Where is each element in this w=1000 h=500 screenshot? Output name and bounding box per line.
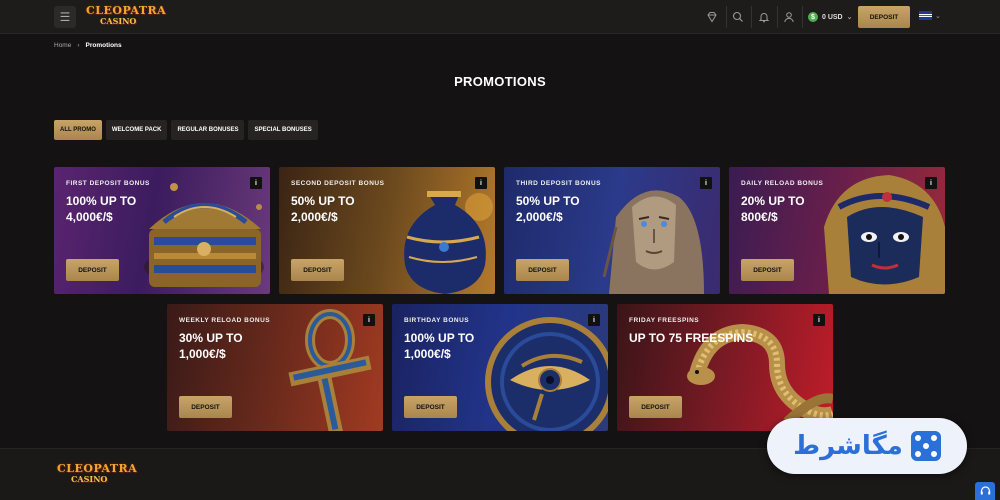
promo-amount: 50% UP TO 2,000€/$ — [291, 194, 355, 224]
promo-label: DAILY RELOAD BONUS — [741, 180, 824, 187]
deposit-button[interactable]: DEPOSIT — [858, 6, 910, 28]
bell-icon[interactable] — [753, 6, 775, 28]
promo-label: WEEKLY RELOAD BONUS — [179, 317, 271, 324]
promo-label: SECOND DEPOSIT BONUS — [291, 180, 385, 187]
promo-amount: 100% UP TO 1,000€/$ — [404, 331, 475, 361]
tab-special-bonuses[interactable]: SPECIAL BONUSES — [248, 120, 318, 140]
promo-card-weekly-reload[interactable]: WEEKLY RELOAD BONUS 30% UP TO 1,000€/$ i… — [167, 304, 383, 431]
logo[interactable]: CLEOPATRA CASINO — [86, 5, 166, 29]
balance-amount: 0 USD — [822, 13, 843, 21]
logo-line2: CASINO — [71, 474, 108, 484]
uk-flag-icon — [919, 11, 932, 20]
dice-icon — [910, 431, 941, 461]
deposit-button[interactable]: DEPOSIT — [179, 396, 232, 418]
promo-amount: 100% UP TO 4,000€/$ — [66, 194, 137, 224]
deposit-button[interactable]: DEPOSIT — [404, 396, 457, 418]
promo-card-daily-reload[interactable]: DAILY RELOAD BONUS 20% UP TO 800€/$ i DE… — [729, 167, 945, 294]
language-selector[interactable]: ⌄ — [919, 11, 941, 20]
deposit-button[interactable]: DEPOSIT — [741, 259, 794, 281]
deposit-button[interactable]: DEPOSIT — [291, 259, 344, 281]
info-icon[interactable]: i — [700, 177, 712, 189]
breadcrumb-home[interactable]: Home — [54, 42, 71, 49]
divider — [751, 6, 752, 28]
promo-amount: UP TO 75 FREESPINS — [629, 331, 754, 345]
info-icon[interactable]: i — [813, 314, 825, 326]
chevron-down-icon: ⌄ — [846, 14, 853, 21]
tab-welcome-pack[interactable]: WELCOME PACK — [105, 120, 168, 140]
breadcrumb: Home › Promotions — [54, 42, 122, 49]
deposit-button[interactable]: DEPOSIT — [629, 396, 682, 418]
deposit-button[interactable]: DEPOSIT — [516, 259, 569, 281]
info-icon[interactable]: i — [925, 177, 937, 189]
watermark-text: مگاشرط — [793, 431, 903, 461]
page-title: PROMOTIONS — [454, 74, 546, 89]
top-bar: ☰ CLEOPATRA CASINO $ 0 USD ⌄ DEPOSIT ⌄ — [0, 0, 1000, 34]
info-icon[interactable]: i — [363, 314, 375, 326]
info-icon[interactable]: i — [588, 314, 600, 326]
info-icon[interactable]: i — [475, 177, 487, 189]
info-icon[interactable]: i — [250, 177, 262, 189]
promo-label: FIRST DEPOSIT BONUS — [66, 180, 150, 187]
dollar-icon: $ — [808, 12, 818, 22]
promo-card-friday-freespins[interactable]: FRIDAY FREESPINS UP TO 75 FREESPINS i DE… — [617, 304, 833, 431]
chevron-down-icon: ⌄ — [935, 12, 941, 20]
promo-label: FRIDAY FREESPINS — [629, 317, 700, 324]
headset-icon[interactable] — [975, 482, 995, 500]
promo-card-birthday[interactable]: BIRTHDAY BONUS 100% UP TO 1,000€/$ i DEP… — [392, 304, 608, 431]
promo-card-third-deposit[interactable]: THIRD DEPOSIT BONUS 50% UP TO 2,000€/$ i… — [504, 167, 720, 294]
breadcrumb-current: Promotions — [85, 42, 122, 49]
logo-line2: CASINO — [100, 16, 137, 26]
promo-label: THIRD DEPOSIT BONUS — [516, 180, 601, 187]
promo-amount: 50% UP TO 2,000€/$ — [516, 194, 580, 224]
promo-card-second-deposit[interactable]: SECOND DEPOSIT BONUS 50% UP TO 2,000€/$ … — [279, 167, 495, 294]
user-icon[interactable] — [778, 6, 800, 28]
tab-regular-bonuses[interactable]: REGULAR BONUSES — [171, 120, 245, 140]
breadcrumb-separator-icon: › — [77, 42, 80, 49]
diamond-icon[interactable] — [701, 6, 723, 28]
deposit-button[interactable]: DEPOSIT — [66, 259, 119, 281]
promo-label: BIRTHDAY BONUS — [404, 317, 470, 324]
divider — [802, 6, 803, 28]
watermark-badge: مگاشرط — [767, 418, 967, 474]
promo-filter-tabs: ALL PROMO WELCOME PACK REGULAR BONUSES S… — [54, 120, 318, 140]
promo-card-first-deposit[interactable]: FIRST DEPOSIT BONUS 100% UP TO 4,000€/$ … — [54, 167, 270, 294]
promo-amount: 20% UP TO 800€/$ — [741, 194, 805, 224]
search-icon[interactable] — [727, 6, 749, 28]
footer-logo[interactable]: CLEOPATRA CASINO — [57, 463, 137, 487]
balance-selector[interactable]: $ 0 USD ⌄ — [808, 10, 853, 24]
tab-all-promo[interactable]: ALL PROMO — [54, 120, 102, 140]
promo-amount: 30% UP TO 1,000€/$ — [179, 331, 243, 361]
menu-icon[interactable]: ☰ — [54, 6, 76, 28]
